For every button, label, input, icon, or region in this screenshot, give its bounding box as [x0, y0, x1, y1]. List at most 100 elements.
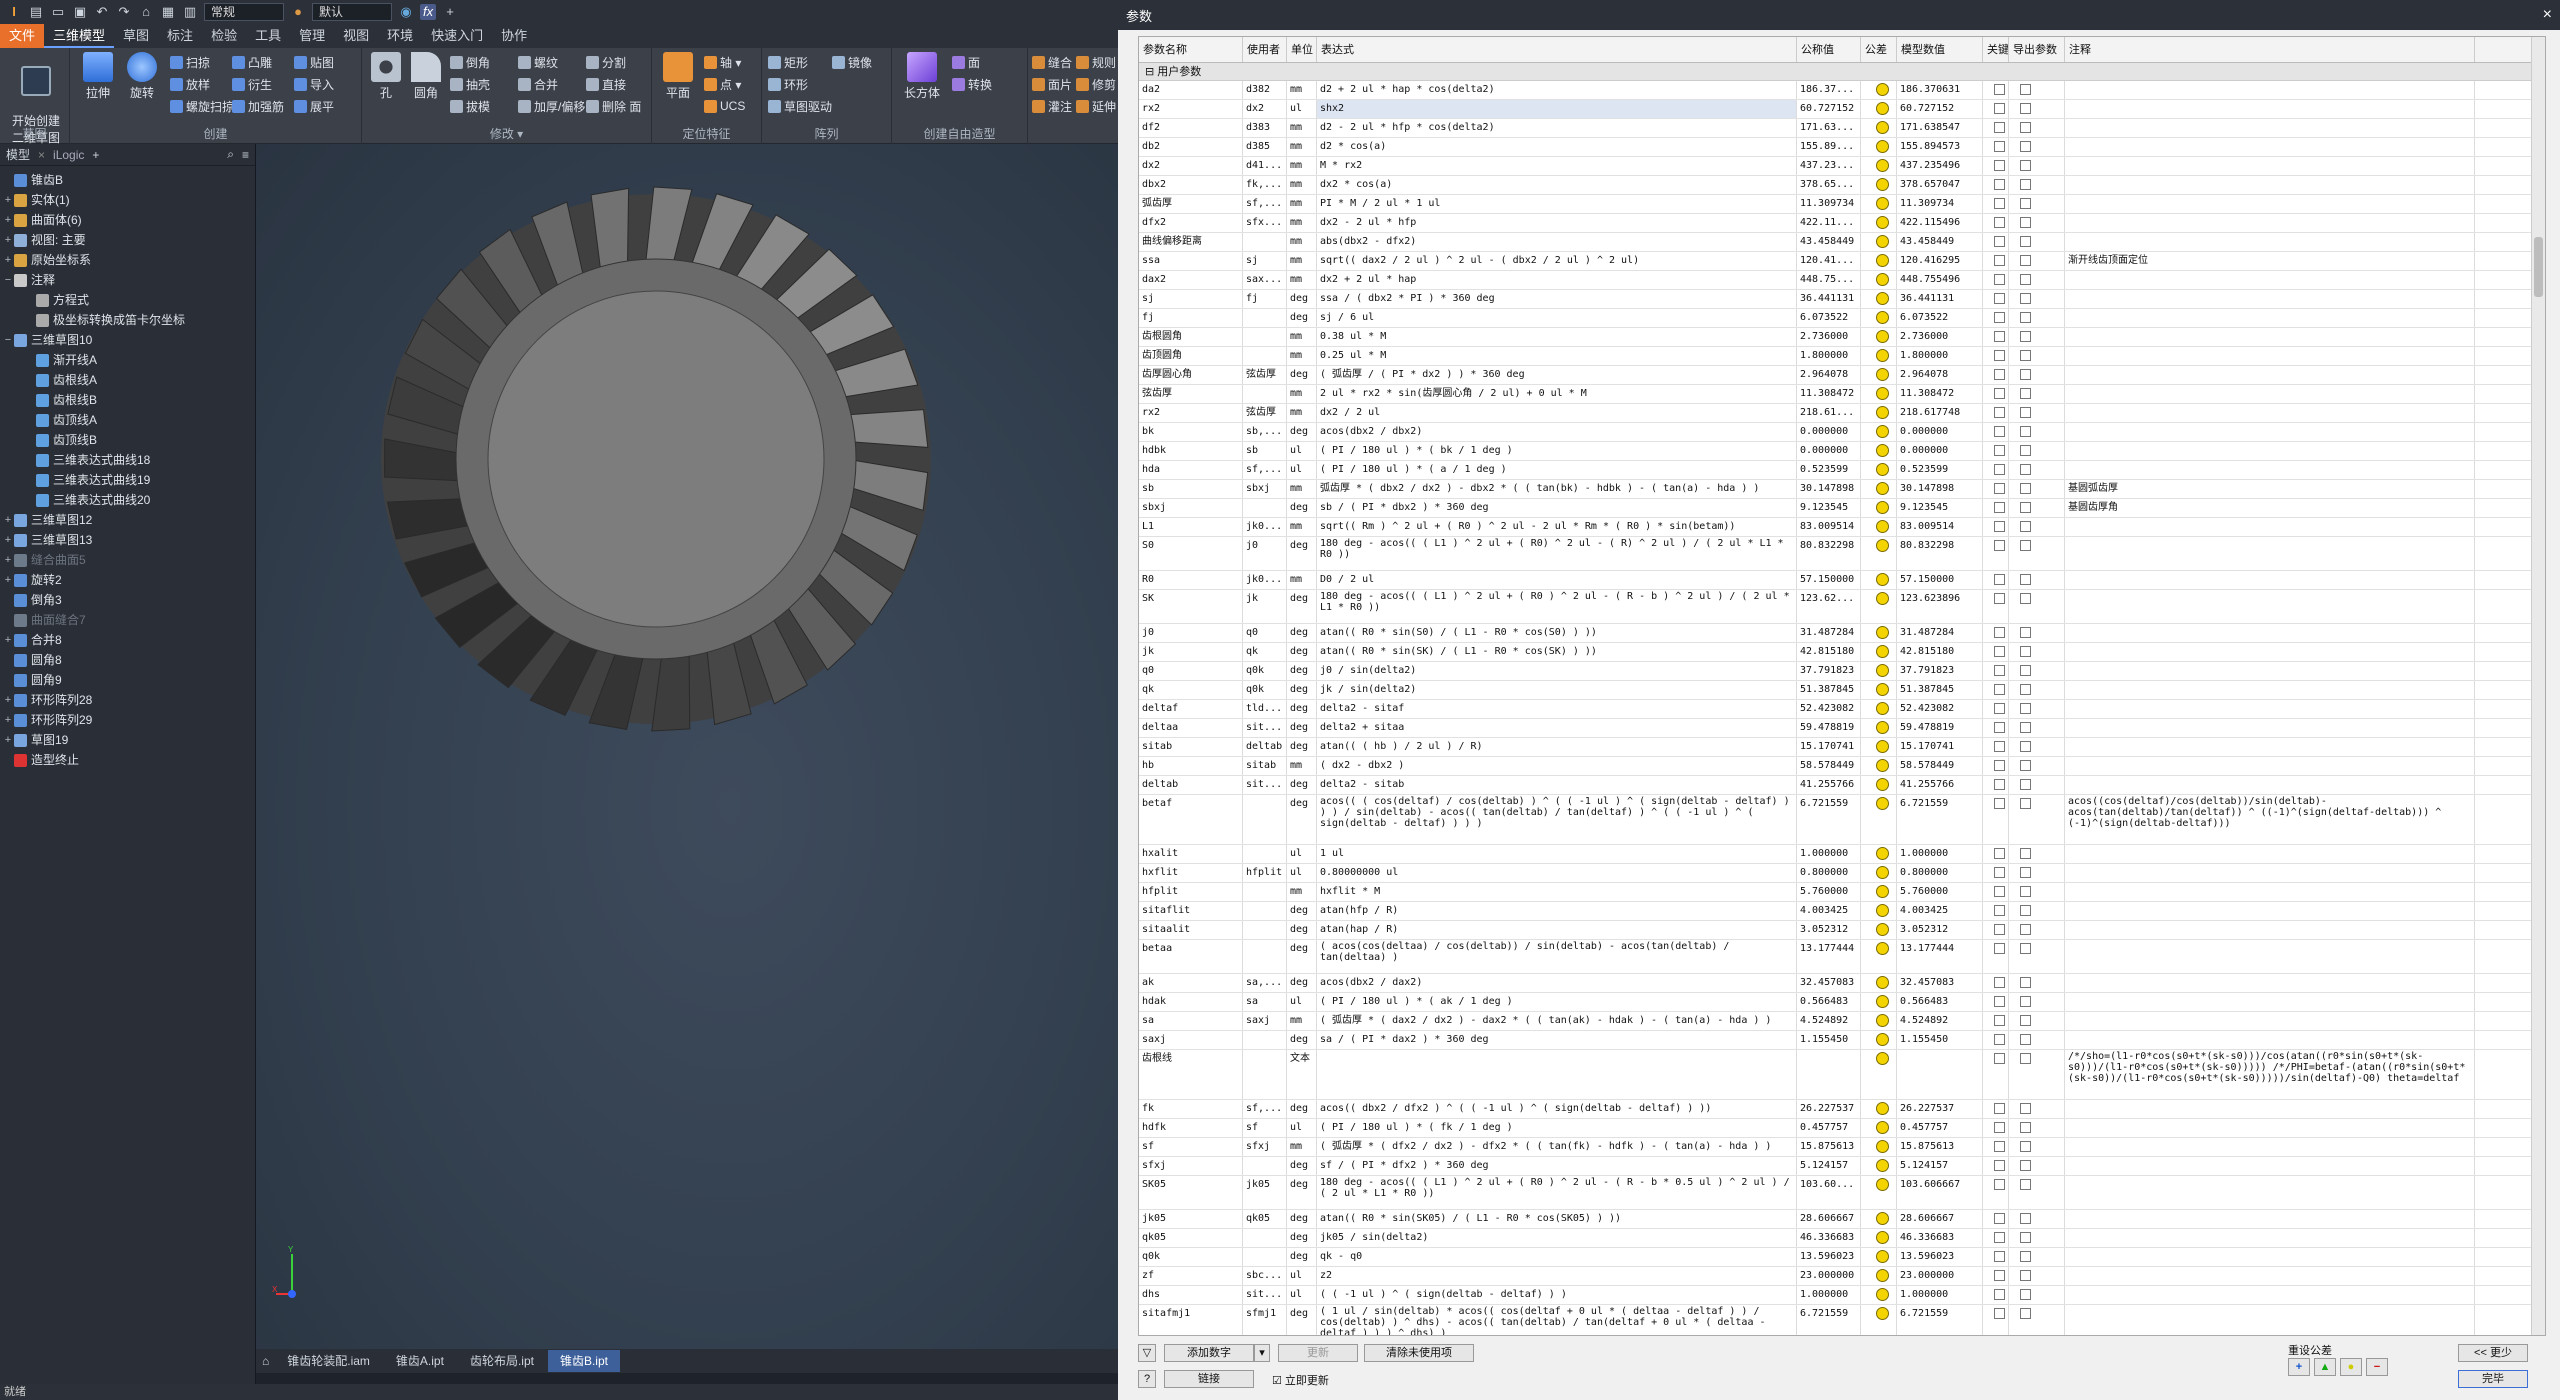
update-icon[interactable]: ▥ — [182, 4, 198, 20]
parameter-row[interactable]: ak sa,... deg acos(dbx2 / dax2) 32.457083 32.… — [1139, 974, 2545, 993]
key-checkbox[interactable] — [1983, 1100, 2009, 1118]
parameter-row[interactable]: hxflit hfplit ul 0.80000000 ul 0.800000 0.800… — [1139, 864, 2545, 883]
undo-icon[interactable]: ↶ — [94, 4, 110, 20]
expand-toggle-icon[interactable]: + — [2, 210, 14, 230]
param-expression[interactable]: sj / 6 ul — [1317, 309, 1797, 327]
tolerance-indicator[interactable] — [1861, 1138, 1897, 1156]
export-checkbox[interactable] — [2009, 1229, 2065, 1247]
param-expression[interactable]: sf / ( PI * dfx2 ) * 360 deg — [1317, 1157, 1797, 1175]
new-icon[interactable]: ▤ — [28, 4, 44, 20]
export-checkbox[interactable] — [2009, 590, 2065, 623]
ribbon-button-modify-small-3[interactable]: 螺纹 — [518, 52, 558, 72]
key-checkbox[interactable] — [1983, 883, 2009, 901]
key-checkbox[interactable] — [1983, 738, 2009, 756]
parameter-row[interactable]: R0 jk0... mm D0 / 2 ul 57.150000 57.150000 — [1139, 571, 2545, 590]
tab-1[interactable]: 三维模型 — [44, 24, 115, 48]
export-checkbox[interactable] — [2009, 100, 2065, 118]
column-header[interactable]: 关键 — [1983, 37, 2009, 62]
expand-toggle-icon[interactable]: + — [2, 230, 14, 250]
close-icon[interactable]: × — [38, 148, 45, 162]
parameter-row[interactable]: hxalit ul 1 ul 1.000000 1.000000 — [1139, 845, 2545, 864]
parameter-row[interactable]: betaf deg acos(( ( cos(deltaf) / cos(delta… — [1139, 795, 2545, 845]
key-checkbox[interactable] — [1983, 1050, 2009, 1099]
tolerance-indicator[interactable] — [1861, 499, 1897, 517]
param-expression[interactable]: 180 deg - acos(( ( L1 ) ^ 2 ul + ( R0 ) … — [1317, 590, 1797, 623]
param-expression[interactable]: atan(hfp / R) — [1317, 902, 1797, 920]
browser-node[interactable]: + 曲面体(6) — [0, 210, 255, 230]
home-icon[interactable]: ⌂ — [138, 4, 154, 20]
key-checkbox[interactable] — [1983, 1031, 2009, 1049]
ribbon-button-modify-small-6[interactable]: 分割 — [586, 52, 626, 72]
tolerance-indicator[interactable] — [1861, 404, 1897, 422]
key-checkbox[interactable] — [1983, 662, 2009, 680]
export-checkbox[interactable] — [2009, 993, 2065, 1011]
browser-node[interactable]: 齿根线A — [0, 370, 255, 390]
param-expression[interactable]: PI * M / 2 ul * 1 ul — [1317, 195, 1797, 213]
key-checkbox[interactable] — [1983, 100, 2009, 118]
column-header[interactable]: 使用者 — [1243, 37, 1287, 62]
export-checkbox[interactable] — [2009, 404, 2065, 422]
column-header[interactable]: 模型数值 — [1897, 37, 1983, 62]
tolerance-indicator[interactable] — [1861, 757, 1897, 775]
key-checkbox[interactable] — [1983, 757, 2009, 775]
parameter-row[interactable]: jk qk deg atan(( R0 * sin(SK) / ( L1 - R0 *… — [1139, 643, 2545, 662]
parameter-row[interactable]: qk q0k deg jk / sin(delta2) 51.387845 51.3878… — [1139, 681, 2545, 700]
tolerance-indicator[interactable] — [1861, 902, 1897, 920]
key-checkbox[interactable] — [1983, 157, 2009, 175]
export-checkbox[interactable] — [2009, 366, 2065, 384]
parameter-row[interactable]: sitab deltab deg atan(( ( hb ) / 2 ul ) / R… — [1139, 738, 2545, 757]
key-checkbox[interactable] — [1983, 700, 2009, 718]
tolerance-indicator[interactable] — [1861, 1229, 1897, 1247]
style-dropdown[interactable]: 常规 — [204, 3, 284, 21]
link-button[interactable]: 链接 — [1164, 1370, 1254, 1388]
parameter-row[interactable]: fk sf,... deg acos(( dbx2 / dfx2 ) ^ ( ( -1… — [1139, 1100, 2545, 1119]
parameter-row[interactable]: sf sfxj mm( 弧齿厚 * ( dfx2 / dx2 ) - dfx2 * … — [1139, 1138, 2545, 1157]
export-checkbox[interactable] — [2009, 700, 2065, 718]
parameter-row[interactable]: 齿厚圆心角 弦齿厚 deg( 弧齿厚 / ( PI * dx2 ) ) * 360 … — [1139, 366, 2545, 385]
tab-2[interactable]: 草图 — [114, 24, 158, 48]
immediate-update-checkbox[interactable]: ☑ 立即更新 — [1272, 1372, 1329, 1388]
param-expression[interactable]: ( PI / 180 ul ) * ( ak / 1 deg ) — [1317, 993, 1797, 1011]
ribbon-button-pt-small-2[interactable]: 草图驱动 — [768, 96, 832, 116]
tolerance-indicator[interactable] — [1861, 537, 1897, 570]
browser-node[interactable]: + 实体(1) — [0, 190, 255, 210]
parameter-row[interactable]: hdak sa ul( PI / 180 ul ) * ( ak / 1 deg )… — [1139, 993, 2545, 1012]
tolerance-indicator[interactable] — [1861, 883, 1897, 901]
expand-toggle-icon[interactable]: + — [2, 550, 14, 570]
parameter-row[interactable]: hdbk sb ul( PI / 180 ul ) * ( bk / 1 deg )… — [1139, 442, 2545, 461]
save-icon[interactable]: ▣ — [72, 4, 88, 20]
export-checkbox[interactable] — [2009, 624, 2065, 642]
tolerance-indicator[interactable] — [1861, 1031, 1897, 1049]
parameter-row[interactable]: SK05 jk05 deg 180 deg - acos(( ( L1 ) ^ 2 u… — [1139, 1176, 2545, 1210]
tolerance-indicator[interactable] — [1861, 100, 1897, 118]
browser-node[interactable]: + 环形阵列29 — [0, 710, 255, 730]
param-expression[interactable]: ssa / ( dbx2 * PI ) * 360 deg — [1317, 290, 1797, 308]
tolerance-indicator[interactable] — [1861, 700, 1897, 718]
ribbon-button-wf-small-2[interactable]: UCS — [704, 96, 745, 116]
tolerance-indicator[interactable] — [1861, 662, 1897, 680]
param-expression[interactable]: d2 * cos(a) — [1317, 138, 1797, 156]
expand-toggle-icon[interactable]: + — [2, 250, 14, 270]
search-icon[interactable]: ⌕ — [227, 147, 234, 162]
ribbon-button-sf-small-1[interactable]: 面片 — [1032, 74, 1072, 94]
browser-node[interactable]: + 旋转2 — [0, 570, 255, 590]
menu-icon[interactable]: ≡ — [242, 148, 249, 162]
param-expression[interactable]: M * rx2 — [1317, 157, 1797, 175]
key-checkbox[interactable] — [1983, 1138, 2009, 1156]
param-expression[interactable]: 0.25 ul * M — [1317, 347, 1797, 365]
parameter-row[interactable]: 曲线偏移距离 mm abs(dbx2 - dfx2) 43.458449 43.4584… — [1139, 233, 2545, 252]
column-header[interactable]: 参数名称 — [1139, 37, 1243, 62]
appearance-dropdown[interactable]: 默认 — [312, 3, 392, 21]
export-checkbox[interactable] — [2009, 1176, 2065, 1209]
key-checkbox[interactable] — [1983, 993, 2009, 1011]
key-checkbox[interactable] — [1983, 1267, 2009, 1285]
parameter-row[interactable]: S0 j0 deg 180 deg - acos(( ( L1 ) ^ 2 ul + … — [1139, 537, 2545, 571]
param-expression[interactable]: delta2 - sitaf — [1317, 700, 1797, 718]
parameters-fx-icon[interactable]: fx — [420, 4, 436, 20]
param-expression[interactable]: dx2 / 2 ul — [1317, 404, 1797, 422]
export-checkbox[interactable] — [2009, 461, 2065, 479]
export-checkbox[interactable] — [2009, 1248, 2065, 1266]
parameter-row[interactable]: da2 d382 mm d2 + 2 ul * hap * cos(delta2) 18… — [1139, 81, 2545, 100]
param-expression[interactable]: 弧齿厚 * ( dbx2 / dx2 ) - dbx2 * ( ( tan(bk… — [1317, 480, 1797, 498]
tolerance-indicator[interactable] — [1861, 1210, 1897, 1228]
